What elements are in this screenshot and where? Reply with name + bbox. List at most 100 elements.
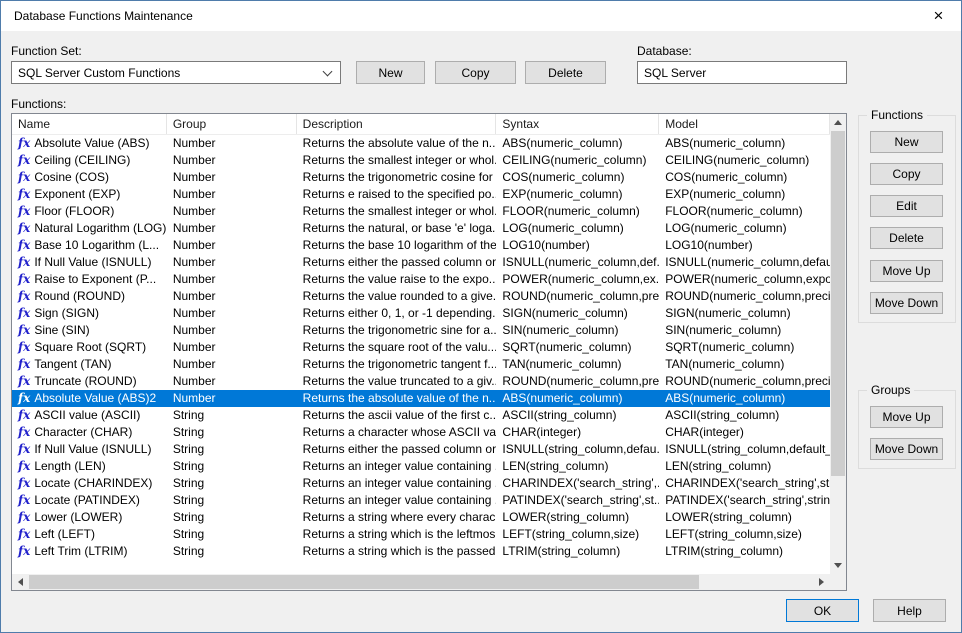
cell-group: String <box>167 424 297 441</box>
cell-name: fxAbsolute Value (ABS) <box>12 135 167 152</box>
table-row[interactable]: fxSquare Root (SQRT)NumberReturns the sq… <box>12 339 830 356</box>
scroll-up-icon[interactable] <box>830 114 846 131</box>
scroll-left-icon[interactable] <box>12 574 29 590</box>
table-row[interactable]: fxSign (SIGN)NumberReturns either 0, 1, … <box>12 305 830 322</box>
table-row[interactable]: fxCeiling (CEILING)NumberReturns the sma… <box>12 152 830 169</box>
scroll-right-icon[interactable] <box>813 574 830 590</box>
function-set-copy-button[interactable]: Copy <box>435 61 516 84</box>
cell-model: ASCII(string_column) <box>659 407 830 424</box>
cell-name: fxCeiling (CEILING) <box>12 152 167 169</box>
cell-group: Number <box>167 237 297 254</box>
vertical-scrollbar-thumb[interactable] <box>831 131 845 476</box>
function-name: Left Trim (LTRIM) <box>34 544 127 558</box>
table-row[interactable]: fxTangent (TAN)NumberReturns the trigono… <box>12 356 830 373</box>
function-set-select[interactable]: SQL Server Custom Functions <box>11 61 341 84</box>
table-row[interactable]: fxSine (SIN)NumberReturns the trigonomet… <box>12 322 830 339</box>
table-row[interactable]: fxFloor (FLOOR)NumberReturns the smalles… <box>12 203 830 220</box>
cell-description: Returns the trigonometric cosine for ... <box>297 169 497 186</box>
cell-description: Returns the value rounded to a give... <box>297 288 497 305</box>
cell-group: Number <box>167 373 297 390</box>
vertical-scrollbar[interactable] <box>830 114 846 574</box>
horizontal-scrollbar-thumb[interactable] <box>29 575 699 589</box>
table-row[interactable]: fxCosine (COS)NumberReturns the trigonom… <box>12 169 830 186</box>
function-icon: fx <box>18 323 30 337</box>
cell-group: Number <box>167 356 297 373</box>
table-row[interactable]: fxLower (LOWER)StringReturns a string wh… <box>12 509 830 526</box>
cell-model: LEFT(string_column,size) <box>659 526 830 543</box>
table-row[interactable]: fxLocate (CHARINDEX)StringReturns an int… <box>12 475 830 492</box>
table-row[interactable]: fxASCII value (ASCII)StringReturns the a… <box>12 407 830 424</box>
cell-description: Returns a string where every charac... <box>297 509 497 526</box>
cell-name: fxASCII value (ASCII) <box>12 407 167 424</box>
cell-syntax: LOG(numeric_column) <box>496 220 659 237</box>
functions-delete-button[interactable]: Delete <box>870 227 943 249</box>
functions-move-down-button[interactable]: Move Down <box>870 292 943 314</box>
table-row[interactable]: fxBase 10 Logarithm (L...NumberReturns t… <box>12 237 830 254</box>
function-icon: fx <box>18 306 30 320</box>
function-set-new-button[interactable]: New <box>356 61 425 84</box>
cell-model: FLOOR(numeric_column) <box>659 203 830 220</box>
functions-new-button[interactable]: New <box>870 131 943 153</box>
cell-model: ABS(numeric_column) <box>659 135 830 152</box>
column-header-group[interactable]: Group <box>167 114 297 134</box>
cell-syntax: COS(numeric_column) <box>496 169 659 186</box>
function-name: Floor (FLOOR) <box>34 204 114 218</box>
function-name: Exponent (EXP) <box>34 187 120 201</box>
cell-group: Number <box>167 305 297 322</box>
cell-model: CHARINDEX('search_string',strin... <box>659 475 830 492</box>
table-row[interactable]: fxCharacter (CHAR)StringReturns a charac… <box>12 424 830 441</box>
function-name: Cosine (COS) <box>34 170 109 184</box>
cell-description: Returns the smallest integer or whol... <box>297 203 497 220</box>
cell-syntax: SQRT(numeric_column) <box>496 339 659 356</box>
table-row[interactable]: fxNatural Logarithm (LOG)NumberReturns t… <box>12 220 830 237</box>
cell-model: COS(numeric_column) <box>659 169 830 186</box>
table-row[interactable]: fxLeft (LEFT)StringReturns a string whic… <box>12 526 830 543</box>
table-row[interactable]: fxTruncate (ROUND)NumberReturns the valu… <box>12 373 830 390</box>
cell-name: fxRound (ROUND) <box>12 288 167 305</box>
functions-label: Functions: <box>11 97 66 111</box>
function-icon: fx <box>18 340 30 354</box>
cell-syntax: LTRIM(string_column) <box>496 543 659 560</box>
table-row[interactable]: fxRound (ROUND)NumberReturns the value r… <box>12 288 830 305</box>
column-header-name[interactable]: Name <box>12 114 167 134</box>
function-icon: fx <box>18 187 30 201</box>
table-row[interactable]: fxLocate (PATINDEX)StringReturns an inte… <box>12 492 830 509</box>
functions-move-up-button[interactable]: Move Up <box>870 260 943 282</box>
cell-group: String <box>167 492 297 509</box>
functions-copy-button[interactable]: Copy <box>870 163 943 185</box>
database-field[interactable] <box>637 61 847 84</box>
cell-syntax: ABS(numeric_column) <box>496 390 659 407</box>
table-row[interactable]: fxLength (LEN)StringReturns an integer v… <box>12 458 830 475</box>
close-icon[interactable]: × <box>916 1 961 30</box>
column-header-description[interactable]: Description <box>297 114 497 134</box>
table-row[interactable]: fxExponent (EXP)NumberReturns e raised t… <box>12 186 830 203</box>
table-row[interactable]: fxRaise to Exponent (P...NumberReturns t… <box>12 271 830 288</box>
ok-button[interactable]: OK <box>786 599 859 622</box>
cell-group: String <box>167 458 297 475</box>
cell-syntax: ISNULL(string_column,defau... <box>496 441 659 458</box>
cell-description: Returns the trigonometric sine for a... <box>297 322 497 339</box>
cell-group: Number <box>167 322 297 339</box>
functions-edit-button[interactable]: Edit <box>870 195 943 217</box>
function-name: Base 10 Logarithm (L... <box>34 238 159 252</box>
groups-move-down-button[interactable]: Move Down <box>870 438 943 460</box>
scrollbar-corner <box>830 574 846 590</box>
table-row[interactable]: fxAbsolute Value (ABS)NumberReturns the … <box>12 135 830 152</box>
table-row[interactable]: fxAbsolute Value (ABS)2NumberReturns the… <box>12 390 830 407</box>
cell-name: fxTruncate (ROUND) <box>12 373 167 390</box>
help-button[interactable]: Help <box>873 599 946 622</box>
function-set-delete-button[interactable]: Delete <box>525 61 606 84</box>
column-header-syntax[interactable]: Syntax <box>496 114 659 134</box>
cell-model: ROUND(numeric_column,precisio... <box>659 373 830 390</box>
cell-group: Number <box>167 152 297 169</box>
groups-move-up-button[interactable]: Move Up <box>870 406 943 428</box>
column-header-model[interactable]: Model <box>659 114 830 134</box>
cell-name: fxLocate (CHARINDEX) <box>12 475 167 492</box>
scroll-down-icon[interactable] <box>830 557 846 574</box>
horizontal-scrollbar[interactable] <box>12 574 830 590</box>
table-row[interactable]: fxLeft Trim (LTRIM)StringReturns a strin… <box>12 543 830 560</box>
table-row[interactable]: fxIf Null Value (ISNULL)StringReturns ei… <box>12 441 830 458</box>
function-icon: fx <box>18 374 30 388</box>
table-row[interactable]: fxIf Null Value (ISNULL)NumberReturns ei… <box>12 254 830 271</box>
cell-name: fxSquare Root (SQRT) <box>12 339 167 356</box>
